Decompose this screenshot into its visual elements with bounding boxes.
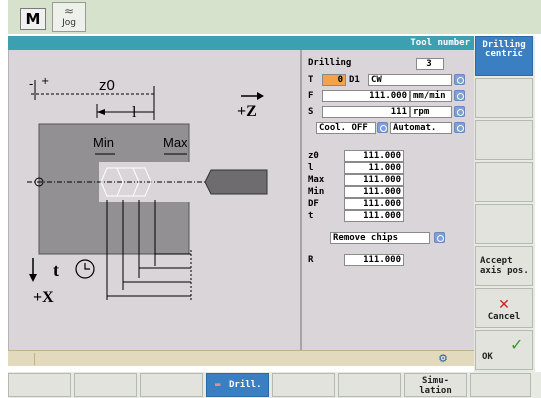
t-label: t bbox=[53, 260, 59, 280]
status-bar: ⚙ bbox=[8, 350, 474, 366]
tool-field[interactable]: 0 bbox=[322, 74, 346, 86]
z-axis-head bbox=[257, 92, 264, 100]
z-axis-label: +Z bbox=[237, 103, 257, 120]
direction-field[interactable]: CW bbox=[368, 74, 452, 86]
chip-mode-toggle-icon[interactable] bbox=[434, 232, 445, 243]
softkey-h2[interactable] bbox=[74, 373, 137, 397]
clock-hands bbox=[84, 263, 90, 270]
accept-label-2: axis pos. bbox=[480, 266, 529, 276]
param-label-l: l bbox=[308, 163, 314, 173]
softkey-v5[interactable] bbox=[475, 204, 533, 244]
cycle-name: Drilling bbox=[308, 58, 352, 68]
cancel-softkey[interactable]: ✕ Cancel bbox=[475, 288, 533, 328]
direction-toggle-icon[interactable] bbox=[454, 74, 465, 85]
param-field-z0[interactable]: 111.000 bbox=[344, 150, 404, 162]
param-label-t: t bbox=[308, 211, 314, 221]
r-label: R bbox=[308, 255, 314, 265]
horizontal-softkeys: ▬ Drill. Simu- lation bbox=[8, 372, 541, 398]
softkey-h6[interactable] bbox=[338, 373, 401, 397]
x-axis-label: +X bbox=[33, 289, 54, 306]
z0-plus: + bbox=[41, 76, 49, 87]
param-field-t[interactable]: 111.000 bbox=[344, 210, 404, 222]
cancel-x-icon: ✕ bbox=[498, 297, 510, 313]
feed-unit-toggle-icon[interactable] bbox=[454, 90, 465, 101]
feed-field[interactable]: 111.000 bbox=[322, 90, 410, 102]
max-label: Max bbox=[163, 135, 188, 150]
l-label: l bbox=[132, 104, 137, 121]
softkey-v4[interactable] bbox=[475, 162, 533, 202]
s-label: S bbox=[308, 107, 314, 117]
jog-mode-button[interactable]: ≈ Jog bbox=[52, 2, 86, 32]
simulation-softkey[interactable]: Simu- lation bbox=[404, 373, 467, 397]
coolant-toggle-icon[interactable] bbox=[377, 122, 388, 133]
softkey-h8[interactable] bbox=[470, 373, 531, 397]
drill-label: Drill. bbox=[229, 380, 262, 390]
vertical-softkeys: Drilling centric Accept axis pos. ✕ Canc… bbox=[474, 36, 535, 380]
title-text: Tool number bbox=[410, 38, 470, 48]
z0-label: z0 bbox=[99, 77, 115, 94]
parameter-panel: Drilling 3 T 0 D1 CW F 111.000 mm/min S … bbox=[300, 50, 474, 350]
drill-tool bbox=[204, 169, 268, 195]
ok-label: OK bbox=[482, 352, 493, 362]
drilling-centric-label-2: centric bbox=[485, 49, 523, 59]
min-label: Min bbox=[93, 135, 114, 150]
status-divider bbox=[16, 353, 35, 365]
jog-label: Jog bbox=[62, 18, 76, 28]
l-arrow-left bbox=[97, 109, 105, 115]
drill-icon: ▬ bbox=[215, 380, 221, 390]
x-axis-head bbox=[29, 274, 37, 282]
drilling-centric-softkey[interactable]: Drilling centric bbox=[475, 36, 533, 76]
param-label-df: DF bbox=[308, 199, 319, 209]
param-field-max[interactable]: 111.000 bbox=[344, 174, 404, 186]
param-label-z0: z0 bbox=[308, 151, 319, 161]
softkey-h1[interactable] bbox=[8, 373, 71, 397]
jog-icon: ≈ bbox=[63, 4, 75, 18]
z0-minus: - bbox=[29, 77, 33, 91]
softkey-h3[interactable] bbox=[140, 373, 203, 397]
param-label-min: Min bbox=[308, 187, 325, 197]
softkey-h5[interactable] bbox=[272, 373, 335, 397]
drilling-diagram: - + z0 l +Z Min Max t +X bbox=[27, 76, 268, 306]
chip-mode-field[interactable]: Remove chips bbox=[330, 232, 430, 244]
speed-unit-toggle-icon[interactable] bbox=[454, 106, 465, 117]
left-margin bbox=[0, 0, 8, 398]
d-label: D1 bbox=[349, 75, 360, 85]
coolant-field[interactable]: Cool. OFF bbox=[316, 122, 376, 134]
cnc-window: M ≈ Jog Tool number - + z0 l +Z Min Max … bbox=[0, 0, 541, 398]
param-field-l[interactable]: 11.000 bbox=[344, 162, 404, 174]
feed-unit-field[interactable]: mm/min bbox=[410, 90, 452, 102]
speed-unit-field[interactable]: rpm bbox=[410, 106, 452, 118]
ok-check-icon: ✓ bbox=[510, 335, 524, 354]
drilling-graphic: - + z0 l +Z Min Max t +X bbox=[8, 50, 300, 350]
ok-softkey[interactable]: ✓ OK bbox=[475, 330, 533, 370]
softkey-v3[interactable] bbox=[475, 120, 533, 160]
top-header: M ≈ Jog bbox=[8, 0, 541, 34]
param-field-min[interactable]: 111.000 bbox=[344, 186, 404, 198]
speed-field[interactable]: 111 bbox=[322, 106, 410, 118]
machine-mode-button[interactable]: M bbox=[20, 8, 46, 30]
automat-toggle-icon[interactable] bbox=[454, 122, 465, 133]
r-field[interactable]: 111.000 bbox=[344, 254, 404, 266]
sim-label-2: lation bbox=[419, 386, 452, 396]
automat-field[interactable]: Automat. bbox=[390, 122, 452, 134]
cycle-number-field[interactable]: 3 bbox=[416, 58, 444, 70]
drill-softkey[interactable]: ▬ Drill. bbox=[206, 373, 269, 397]
mode-label: M bbox=[25, 10, 41, 28]
cancel-label: Cancel bbox=[487, 312, 521, 322]
softkey-v2[interactable] bbox=[475, 78, 533, 118]
sim-label-1: Simu- bbox=[421, 376, 450, 386]
accept-axis-pos-softkey[interactable]: Accept axis pos. bbox=[475, 246, 533, 286]
accept-label-1: Accept bbox=[480, 256, 513, 266]
title-bar: Tool number bbox=[8, 36, 474, 50]
f-label: F bbox=[308, 91, 314, 101]
param-field-df[interactable]: 111.000 bbox=[344, 198, 404, 210]
network-icon: ⚙ bbox=[438, 352, 448, 365]
param-label-max: Max bbox=[308, 175, 325, 185]
t-label: T bbox=[308, 75, 314, 85]
